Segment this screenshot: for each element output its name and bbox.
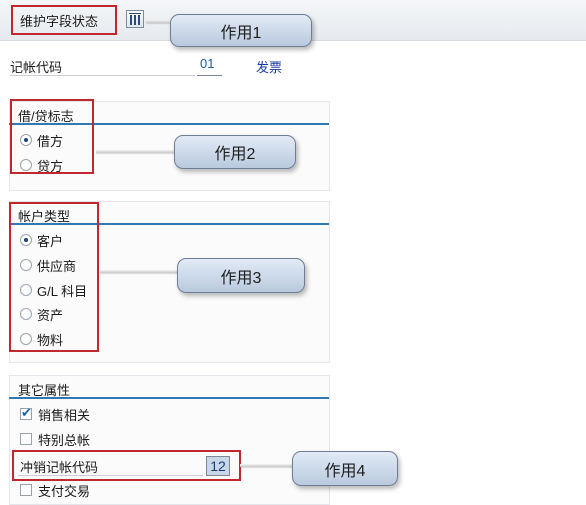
- payment-transaction-label: 支付交易: [38, 483, 91, 499]
- posting-key-label-line: [10, 75, 195, 76]
- callout-4: 作用4: [292, 451, 398, 486]
- callout-leader-1: [146, 20, 172, 23]
- posting-key-field[interactable]: 01: [197, 56, 222, 76]
- callout-leader-3: [100, 270, 180, 273]
- payment-transaction-checkbox[interactable]: 支付交易: [20, 481, 90, 499]
- page-title: 维护字段状态: [20, 14, 99, 29]
- sales-related-label: 销售相关: [38, 407, 91, 423]
- posting-key-label: 记帐代码: [10, 60, 63, 75]
- debit-credit-highlight: [10, 99, 94, 174]
- callout-leader-2: [96, 150, 176, 153]
- callout-1: 作用1: [170, 14, 312, 47]
- special-gl-checkbox[interactable]: 特别总帐: [20, 430, 90, 448]
- checkbox[interactable]: [20, 405, 32, 421]
- grid-icon[interactable]: [126, 10, 144, 28]
- sales-related-checkbox[interactable]: 销售相关: [20, 405, 90, 423]
- account-type-highlight: [9, 202, 99, 352]
- posting-key-description: 发票: [256, 60, 283, 75]
- checkbox[interactable]: [20, 433, 32, 445]
- checkbox[interactable]: [20, 484, 32, 496]
- callout-3: 作用3: [177, 258, 305, 293]
- special-gl-label: 特别总帐: [38, 432, 91, 448]
- callout-leader-4: [240, 464, 295, 467]
- other-attributes-divider: [9, 397, 329, 399]
- reversal-key-highlight: [12, 450, 241, 481]
- callout-2: 作用2: [174, 135, 296, 169]
